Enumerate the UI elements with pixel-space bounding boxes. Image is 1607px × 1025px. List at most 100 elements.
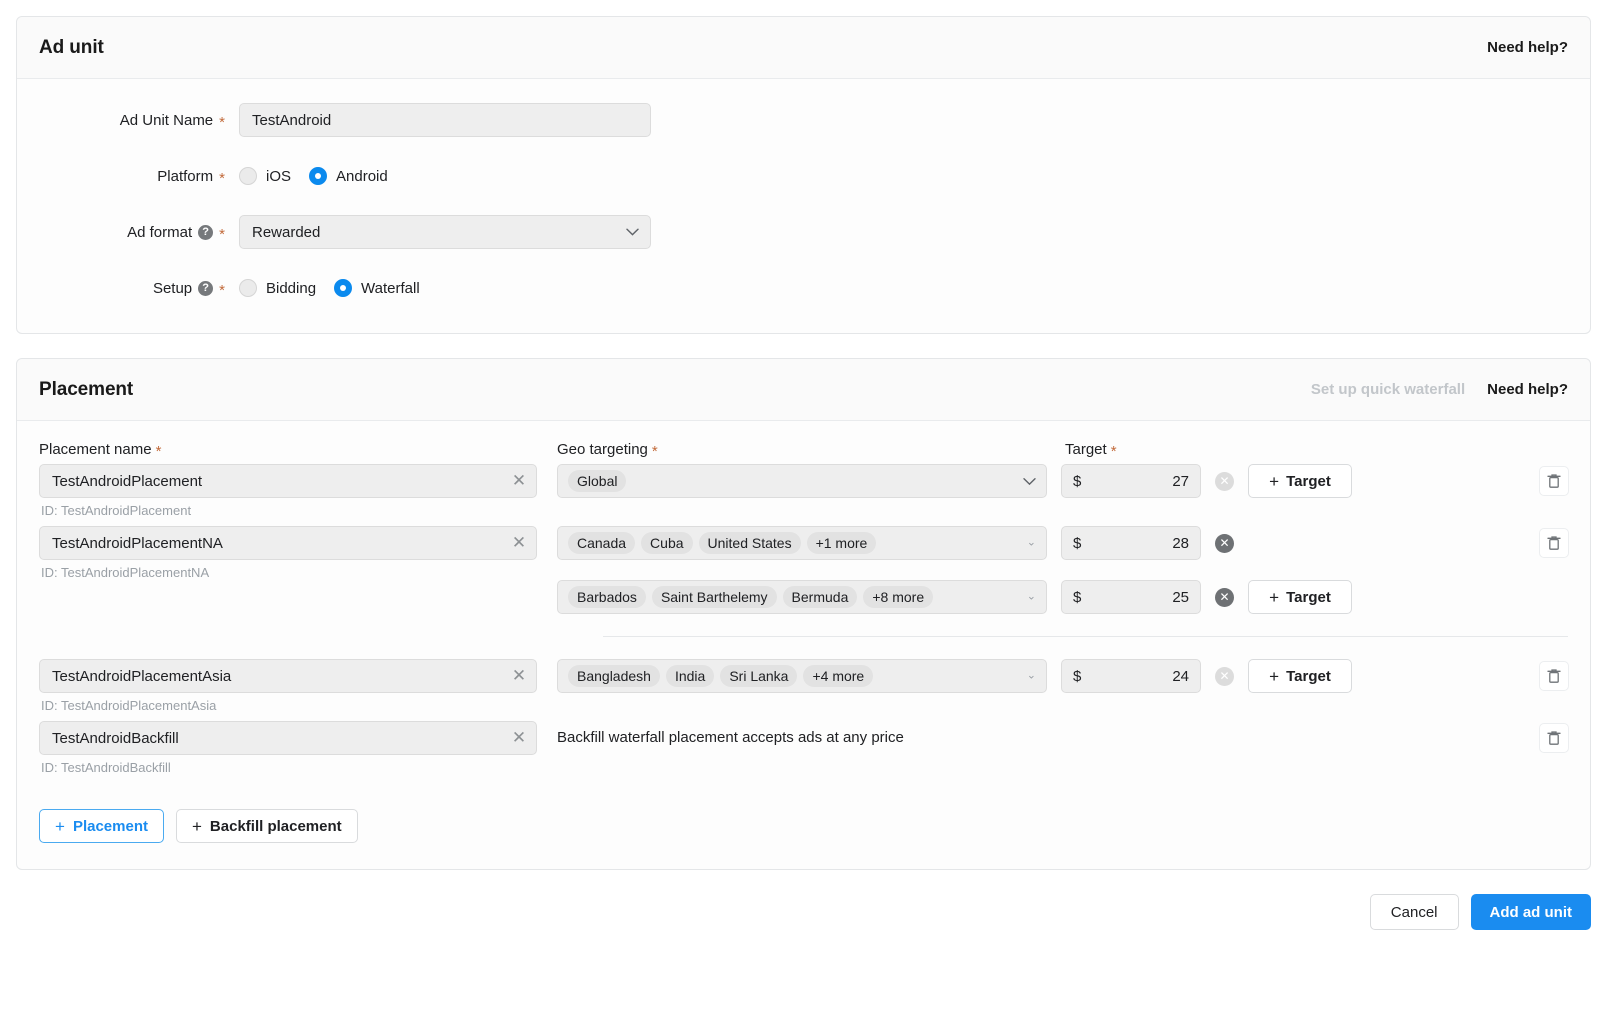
ad-unit-card-header: Ad unit Need help? [17, 17, 1590, 79]
placement-row: ✕ ID: TestAndroidPlacement Global $ [39, 464, 1568, 526]
setup-option-label: Waterfall [361, 280, 420, 297]
form-footer: Cancel Add ad unit [16, 894, 1591, 930]
ad-format-select-wrap: Rewarded [239, 215, 651, 249]
setup-radio-waterfall[interactable]: Waterfall [334, 279, 420, 297]
column-header-text: Target [1065, 441, 1107, 458]
placement-row-divider [603, 636, 1568, 637]
delete-placement-button[interactable] [1539, 466, 1569, 496]
geo-chip-more: +1 more [807, 532, 877, 554]
add-ad-unit-button[interactable]: Add ad unit [1471, 894, 1592, 930]
geo-targeting-select[interactable]: Barbados Saint Barthelemy Bermuda +8 mor… [557, 580, 1047, 614]
form-row-ad-unit-name: Ad Unit Name * [17, 101, 1590, 139]
required-asterisk: * [219, 171, 225, 186]
backfill-placement-name-input[interactable] [39, 721, 537, 755]
trash-icon [1547, 473, 1561, 489]
ad-format-select[interactable]: Rewarded [239, 215, 651, 249]
add-placement-label: Placement [73, 818, 148, 835]
setup-radio-bidding[interactable]: Bidding [239, 279, 316, 297]
target-amount-field[interactable]: $ 24 [1061, 659, 1201, 693]
placement-row-name-cell: ✕ ID: TestAndroidPlacementNA [39, 526, 557, 588]
trash-icon [1547, 668, 1561, 684]
placement-name-input[interactable] [39, 659, 537, 693]
plus-icon: + [192, 818, 202, 835]
required-asterisk: * [219, 227, 225, 242]
chevron-down-icon: ⌄ [1027, 671, 1036, 682]
delete-placement-button[interactable] [1539, 723, 1569, 753]
clear-icon[interactable]: ✕ [511, 473, 527, 489]
remove-target-icon[interactable]: ✕ [1215, 472, 1234, 491]
ad-unit-need-help-link[interactable]: Need help? [1487, 39, 1568, 56]
remove-target-icon[interactable]: ✕ [1215, 667, 1234, 686]
geo-chip: Cuba [641, 532, 692, 554]
ad-unit-form: Ad Unit Name * Platform * iOS [17, 79, 1590, 333]
add-target-label: Target [1286, 473, 1331, 490]
remove-target-icon[interactable]: ✕ [1215, 534, 1234, 553]
help-circle-icon[interactable]: ? [198, 225, 213, 240]
chevron-down-icon [1023, 474, 1036, 489]
target-amount-value: 27 [1172, 473, 1189, 490]
add-target-button[interactable]: + Target [1248, 464, 1352, 498]
chevron-down-icon: ⌄ [1027, 538, 1036, 549]
column-header-geo-targeting: Geo targeting * [557, 441, 1065, 458]
ad-unit-name-input[interactable] [239, 103, 651, 137]
placement-row: ✕ ID: TestAndroidPlacementNA Canada Cuba… [39, 526, 1568, 614]
remove-target-icon[interactable]: ✕ [1215, 588, 1234, 607]
ad-unit-name-label: Ad Unit Name * [17, 112, 239, 129]
form-row-platform: Platform * iOS Android [17, 157, 1590, 195]
clear-icon[interactable]: ✕ [511, 668, 527, 684]
set-up-quick-waterfall-link[interactable]: Set up quick waterfall [1311, 381, 1465, 398]
geo-targeting-select[interactable]: Bangladesh India Sri Lanka +4 more ⌄ [557, 659, 1047, 693]
target-amount-field[interactable]: $ 25 [1061, 580, 1201, 614]
target-amount-field[interactable]: $ 28 [1061, 526, 1201, 560]
add-target-label: Target [1286, 589, 1331, 606]
trash-icon [1547, 730, 1561, 746]
card-gap [16, 334, 1591, 358]
plus-icon: + [1269, 589, 1279, 606]
placement-need-help-link[interactable]: Need help? [1487, 381, 1568, 398]
radio-checked-icon [309, 167, 327, 185]
placement-id-text: ID: TestAndroidPlacement [41, 503, 557, 519]
placement-row-targets-cell: Bangladesh India Sri Lanka +4 more ⌄ $ 2… [557, 659, 1569, 693]
geo-targeting-select[interactable]: Canada Cuba United States +1 more ⌄ [557, 526, 1047, 560]
platform-radio-ios[interactable]: iOS [239, 167, 291, 185]
column-header-text: Placement name [39, 441, 152, 458]
setup-label-text: Setup [153, 280, 192, 297]
required-asterisk: * [156, 444, 162, 459]
required-asterisk: * [1111, 444, 1117, 459]
radio-unchecked-icon [239, 167, 257, 185]
placement-name-field: ✕ [39, 659, 537, 693]
geo-chip: Barbados [568, 586, 646, 608]
placement-title: Placement [39, 379, 133, 401]
target-amount-value: 25 [1172, 589, 1189, 606]
geo-chip: Canada [568, 532, 635, 554]
add-placement-button[interactable]: + Placement [39, 809, 164, 843]
platform-label: Platform * [17, 168, 239, 185]
platform-radio-android[interactable]: Android [309, 167, 388, 185]
delete-placement-button[interactable] [1539, 528, 1569, 558]
target-amount-field[interactable]: $ 27 [1061, 464, 1201, 498]
clear-icon[interactable]: ✕ [511, 730, 527, 746]
help-circle-icon[interactable]: ? [198, 281, 213, 296]
placement-row-backfill: ✕ ID: TestAndroidBackfill Backfill water… [39, 721, 1568, 783]
geo-chip: United States [699, 532, 801, 554]
currency-symbol: $ [1073, 589, 1081, 606]
geo-targeting-select[interactable]: Global [557, 464, 1047, 498]
placement-row-targets-cell: Global $ 27 ✕ + Target [557, 464, 1569, 498]
placement-name-input[interactable] [39, 526, 537, 560]
cancel-button[interactable]: Cancel [1370, 894, 1459, 930]
backfill-note-text: Backfill waterfall placement accepts ads… [557, 721, 904, 755]
add-backfill-placement-button[interactable]: + Backfill placement [176, 809, 358, 843]
placement-name-input[interactable] [39, 464, 537, 498]
clear-icon[interactable]: ✕ [511, 535, 527, 551]
ad-format-label-text: Ad format [127, 224, 192, 241]
setup-label: Setup ? * [17, 280, 239, 297]
add-target-button[interactable]: + Target [1248, 580, 1352, 614]
page-root: Ad unit Need help? Ad Unit Name * Platfo… [0, 0, 1607, 1025]
ad-unit-header-actions: Need help? [1487, 39, 1568, 56]
platform-radio-group: iOS Android [239, 167, 388, 185]
currency-symbol: $ [1073, 668, 1081, 685]
trash-icon [1547, 535, 1561, 551]
delete-placement-button[interactable] [1539, 661, 1569, 691]
add-target-button[interactable]: + Target [1248, 659, 1352, 693]
required-asterisk: * [219, 115, 225, 130]
